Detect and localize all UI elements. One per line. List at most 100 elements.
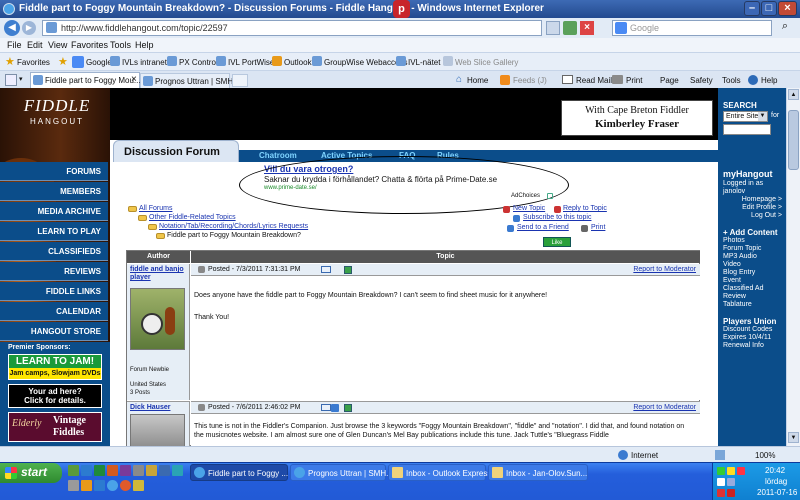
add-review[interactable]: Review — [723, 293, 746, 300]
send-friend-link[interactable]: Send to a Friend — [517, 224, 569, 231]
add-event[interactable]: Event — [723, 277, 741, 284]
tab-fiddle[interactable]: Fiddle part to Foggy Mou... × — [30, 72, 141, 89]
new-tab-button[interactable] — [232, 74, 248, 87]
address-field[interactable]: http://www.fiddlehangout.com/topic/22597 — [42, 20, 542, 36]
maximize-button[interactable]: □ — [761, 1, 777, 16]
report-to-moderator-link[interactable]: Report to Moderator — [633, 404, 696, 411]
home-icon[interactable]: ⌂ — [456, 74, 462, 85]
sidebar-item-forums[interactable]: FORUMS — [0, 162, 108, 181]
quicklaunch-app-icon[interactable] — [68, 480, 79, 491]
feeds-icon[interactable] — [500, 75, 510, 85]
help-icon[interactable] — [748, 75, 758, 85]
sidebar-item-media-archive[interactable]: MEDIA ARCHIVE — [0, 202, 108, 221]
ad-choices-icon[interactable] — [547, 193, 553, 199]
zoom-level[interactable]: 100% — [755, 451, 775, 460]
email-icon[interactable] — [321, 404, 331, 411]
add-video[interactable]: Video — [723, 261, 741, 268]
vertical-scrollbar[interactable]: ▲ ▼ — [786, 88, 800, 446]
tray-icon[interactable] — [717, 478, 725, 486]
print-icon[interactable] — [612, 75, 623, 84]
cmd-safety[interactable]: Safety — [690, 76, 713, 85]
menu-view[interactable]: View — [48, 40, 67, 50]
quick-tabs-icon[interactable] — [5, 74, 17, 86]
sponsor-your-ad[interactable]: Your ad here? Click for details. — [8, 384, 102, 408]
header-banner[interactable]: With Cape Breton Fiddler Kimberley Frase… — [561, 100, 713, 136]
email-icon[interactable] — [321, 266, 331, 273]
compat-view-icon[interactable] — [546, 21, 560, 35]
quicklaunch-app-icon[interactable] — [120, 480, 131, 491]
quicklaunch-app-icon[interactable] — [133, 465, 144, 476]
quicklaunch-app-icon[interactable] — [81, 480, 92, 491]
fav-ivls-intranet[interactable]: IVLs intranet — [122, 58, 167, 67]
like-button[interactable]: Like — [543, 237, 571, 247]
taskbar-item-prognos[interactable]: Prognos Uttran | SMH... — [290, 464, 393, 481]
fav-ivl-natet[interactable]: IVL-nätet — [408, 58, 440, 67]
refresh-icon[interactable] — [563, 21, 577, 35]
avatar[interactable] — [130, 414, 185, 446]
start-button[interactable]: start — [0, 463, 62, 483]
fav-groupwise[interactable]: GroupWise Webaccess — [324, 58, 407, 67]
clock-time[interactable]: 20:42 — [765, 466, 785, 475]
quicklaunch-app-icon[interactable] — [159, 465, 170, 476]
reply-link[interactable]: Reply to Topic — [563, 205, 607, 212]
sidebar-item-members[interactable]: MEMBERS — [0, 182, 108, 201]
stop-icon[interactable]: × — [580, 21, 594, 35]
print-link[interactable]: Print — [591, 224, 605, 231]
tray-icon[interactable] — [717, 489, 725, 497]
back-button[interactable]: ◀ — [4, 20, 20, 36]
sidebar-item-learn-to-play[interactable]: LEARN TO PLAY — [0, 222, 108, 241]
sponsor-vintage-fiddles[interactable]: Elderly Vintage Fiddles — [8, 412, 102, 442]
cmd-feeds[interactable]: Feeds (J) — [513, 76, 547, 85]
fav-ivl-portwise[interactable]: IVL PortWise — [228, 58, 274, 67]
close-button[interactable]: × — [778, 1, 797, 16]
search-icon[interactable]: ⌕ — [776, 20, 794, 36]
sidebar-item-calendar[interactable]: CALENDAR — [0, 302, 108, 321]
sponsor-learn-to-jam[interactable]: LEARN TO JAM! Jam camps, Slowjam DVDs — [8, 354, 102, 380]
link-log-out[interactable]: Log Out > — [751, 212, 782, 219]
quicklaunch-app-icon[interactable] — [81, 465, 92, 476]
sidebar-item-fiddle-links[interactable]: FIDDLE LINKS — [0, 282, 108, 301]
add-favorite-icon[interactable]: ★ — [58, 55, 68, 68]
menu-help[interactable]: Help — [135, 40, 154, 50]
cmd-tools[interactable]: Tools — [722, 76, 741, 85]
quicklaunch-app-icon[interactable] — [146, 465, 157, 476]
fav-web-slice[interactable]: Web Slice Gallery — [455, 58, 518, 67]
post-author-link[interactable]: Dick Hauser — [130, 404, 170, 411]
cmd-home[interactable]: Home — [467, 76, 488, 85]
cmd-page[interactable]: Page — [660, 76, 679, 85]
site-search-input[interactable] — [723, 124, 771, 135]
menu-favorites[interactable]: Favorites — [71, 40, 108, 50]
menu-edit[interactable]: Edit — [27, 40, 43, 50]
taskbar-item-outlook-express[interactable]: Inbox - Outlook Express — [388, 464, 491, 481]
tray-icon[interactable] — [727, 467, 735, 475]
breadcrumb-category[interactable]: Other Fiddle-Related Topics — [149, 214, 236, 221]
search-field[interactable]: Google — [612, 20, 772, 36]
quicklaunch-app-icon[interactable] — [133, 480, 144, 491]
tray-icon[interactable] — [717, 467, 725, 475]
ad-choices-label[interactable]: AdChoices — [511, 193, 540, 199]
favorites-label[interactable]: Favorites — [17, 58, 50, 67]
taskbar-item-fiddle[interactable]: Fiddle part to Foggy ... — [190, 464, 288, 481]
new-topic-link[interactable]: New Topic — [513, 205, 545, 212]
quote-icon[interactable] — [344, 266, 352, 274]
union-discount-codes[interactable]: Discount Codes — [723, 326, 772, 333]
subscribe-link[interactable]: Subscribe to this topic — [523, 214, 591, 221]
cmd-print[interactable]: Print — [626, 76, 642, 85]
tray-icon[interactable] — [727, 489, 735, 497]
quicklaunch-app-icon[interactable] — [107, 480, 118, 491]
quicklaunch-app-icon[interactable] — [172, 465, 183, 476]
menu-tools[interactable]: Tools — [110, 40, 131, 50]
avatar[interactable] — [130, 288, 185, 350]
quicklaunch-app-icon[interactable] — [68, 465, 79, 476]
scroll-up-arrow[interactable]: ▲ — [788, 89, 799, 100]
fav-px-control[interactable]: PX Control — [179, 58, 218, 67]
menu-file[interactable]: File — [7, 40, 22, 50]
tab-prognos[interactable]: Prognos Uttran | SMHI — [140, 73, 235, 89]
tab-list-icon[interactable]: ▾ — [19, 75, 23, 83]
sidebar-item-classifieds[interactable]: CLASSIFIEDS — [0, 242, 108, 261]
forward-button[interactable]: ▶ — [22, 21, 36, 35]
search-scope-select[interactable]: Entire Site ▼ — [723, 111, 768, 122]
suggested-sites-icon[interactable] — [72, 56, 84, 68]
add-tablature[interactable]: Tablature — [723, 301, 752, 308]
scroll-thumb[interactable] — [788, 110, 799, 170]
